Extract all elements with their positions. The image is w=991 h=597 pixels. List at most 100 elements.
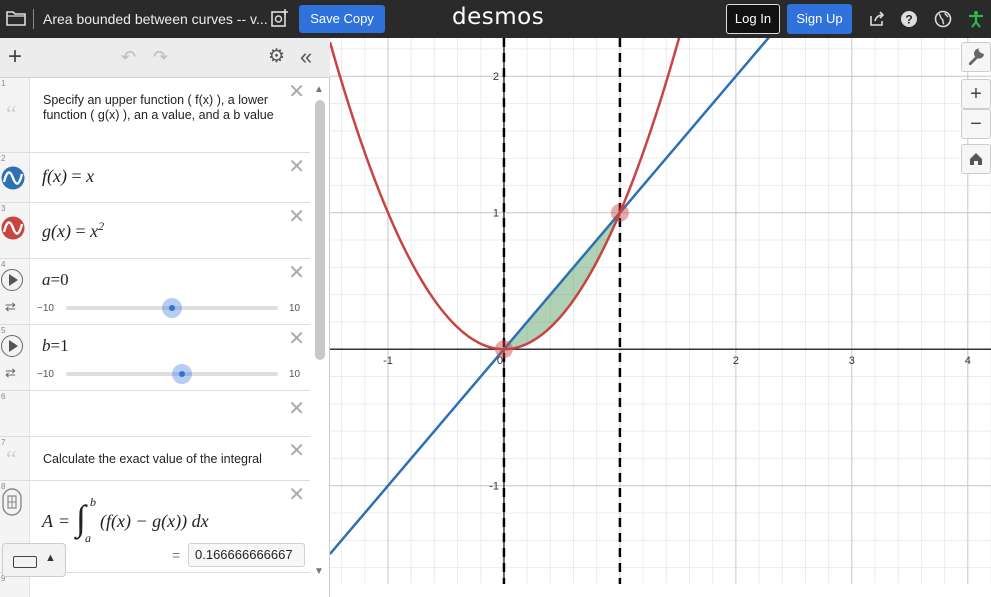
add-item-button[interactable]: + xyxy=(8,44,22,70)
undo-button[interactable]: ↶ xyxy=(121,47,136,68)
slider-max[interactable]: 10 xyxy=(289,369,300,380)
slider-min[interactable]: −10 xyxy=(37,303,54,314)
loop-mode-icon[interactable]: ⇄ xyxy=(5,299,16,315)
x-tick-label: -1 xyxy=(383,355,393,367)
delete-item-button[interactable]: ✕ xyxy=(288,263,305,283)
row-gutter: 7 “ xyxy=(0,437,30,480)
caret-up-icon: ▲ xyxy=(45,552,56,564)
slider-row-a[interactable]: 4 ⇄ a=0 −10 10 ✕ xyxy=(0,259,310,325)
upper-bound: b xyxy=(90,495,96,509)
row-index: 5 xyxy=(1,326,6,335)
curve-color-icon[interactable] xyxy=(1,216,25,240)
function-lhs: g(x) xyxy=(42,221,71,241)
math-input[interactable]: f(x) = x xyxy=(42,166,94,187)
delete-item-button[interactable]: ✕ xyxy=(288,207,305,227)
integral-lhs: A xyxy=(42,511,53,531)
function-lhs: f(x) xyxy=(42,166,67,186)
delete-item-button[interactable]: ✕ xyxy=(288,441,305,461)
math-input[interactable]: g(x) = x2 xyxy=(42,219,105,242)
note-text[interactable]: Calculate the exact value of the integra… xyxy=(43,452,293,467)
row-gutter: 3 xyxy=(0,203,30,258)
scroll-up-arrow[interactable]: ▲ xyxy=(314,84,324,95)
panel-scrollbar[interactable]: ▲ ▼ xyxy=(312,80,328,577)
graph-settings-button[interactable] xyxy=(961,42,991,72)
scrollbar-thumb[interactable] xyxy=(315,100,325,360)
slider-thumb-dot xyxy=(169,305,175,311)
sign-up-button[interactable]: Sign Up xyxy=(787,4,852,34)
curve-color-icon[interactable] xyxy=(1,166,25,190)
play-slider-button[interactable] xyxy=(1,269,23,291)
keyboard-icon xyxy=(13,556,37,568)
y-tick-label: 1 xyxy=(493,208,499,220)
table-icon[interactable] xyxy=(1,487,23,517)
equals-sign: = xyxy=(71,166,82,186)
x-tick-label: 4 xyxy=(965,355,971,367)
zoom-in-button[interactable]: + xyxy=(961,79,991,109)
slider-row-b[interactable]: 5 ⇄ b=1 −10 10 ✕ xyxy=(0,325,310,391)
slider-max[interactable]: 10 xyxy=(289,303,300,314)
play-slider-button[interactable] xyxy=(1,335,23,357)
curve-f[interactable] xyxy=(330,38,991,555)
integral-math[interactable]: A = ∫ b a (f(x) − g(x)) dx xyxy=(42,495,242,545)
globe-icon[interactable] xyxy=(934,10,952,28)
new-doc-icon[interactable] xyxy=(270,8,290,28)
note-text[interactable]: Specify an upper function ( f(x) ), a lo… xyxy=(43,93,283,123)
function-rhs: x xyxy=(86,166,95,186)
variable-value: 1 xyxy=(60,336,69,355)
integrand: (f(x) − g(x)) dx xyxy=(100,511,209,531)
top-bar: Area bounded between curves -- v... Save… xyxy=(0,0,991,38)
share-icon[interactable] xyxy=(868,10,886,28)
empty-expression-row[interactable]: 6 ✕ xyxy=(0,391,310,437)
redo-button[interactable]: ↷ xyxy=(153,47,168,68)
log-in-button[interactable]: Log In xyxy=(726,4,780,34)
accessibility-icon[interactable] xyxy=(967,10,985,28)
equals-sign: = xyxy=(50,270,61,289)
desmos-app: Area bounded between curves -- v... Save… xyxy=(0,0,991,597)
variable-name: b xyxy=(42,336,51,355)
graph-canvas[interactable]: -1 0 2 3 4 2 1 -1 xyxy=(330,38,991,584)
scroll-down-arrow[interactable]: ▼ xyxy=(314,566,324,577)
collapse-panel-button[interactable]: « xyxy=(300,44,312,70)
expression-row-f[interactable]: 2 f(x) = x ✕ xyxy=(0,153,310,203)
slider-min[interactable]: −10 xyxy=(37,369,54,380)
graph-paper[interactable]: -1 0 2 3 4 2 1 -1 xyxy=(330,38,991,584)
y-tick-label: -1 xyxy=(489,481,499,493)
document-title[interactable]: Area bounded between curves -- v... xyxy=(43,11,268,27)
note-row[interactable]: 7 “ Calculate the exact value of the int… xyxy=(0,437,310,481)
tick-labels: -1 0 2 3 4 2 1 -1 xyxy=(383,71,971,493)
row-gutter: 1 “ xyxy=(0,78,30,152)
expression-toolbar: + ↶ ↷ ⚙ « xyxy=(0,38,330,78)
function-rhs: x xyxy=(90,221,99,241)
keyboard-toggle-button[interactable]: ▲ xyxy=(2,543,66,577)
lower-bound: a xyxy=(85,531,91,545)
math-input[interactable]: a=0 xyxy=(42,270,69,290)
variable-name: a xyxy=(42,270,51,289)
equals-sign: = xyxy=(50,336,61,355)
folder-icon[interactable] xyxy=(6,10,26,26)
loop-mode-icon[interactable]: ⇄ xyxy=(5,365,16,381)
delete-item-button[interactable]: ✕ xyxy=(288,485,305,505)
settings-gear-icon[interactable]: ⚙ xyxy=(268,47,285,67)
delete-item-button[interactable]: ✕ xyxy=(288,157,305,177)
row-index: 2 xyxy=(1,154,6,163)
row-index: 6 xyxy=(1,392,6,401)
help-icon[interactable]: ? xyxy=(900,10,918,28)
delete-item-button[interactable]: ✕ xyxy=(288,399,305,419)
evaluation-result: 0.166666666667 xyxy=(188,543,305,567)
x-tick-label: 2 xyxy=(733,355,739,367)
exponent: 2 xyxy=(98,219,105,233)
variable-value: 0 xyxy=(60,270,69,289)
svg-text:?: ? xyxy=(905,13,912,27)
expression-list: 1 “ Specify an upper function ( f(x) ), … xyxy=(0,78,310,597)
equals-sign: = xyxy=(75,221,86,241)
wrench-icon xyxy=(968,48,984,66)
math-input[interactable]: b=1 xyxy=(42,336,69,356)
zoom-out-button[interactable]: − xyxy=(961,109,991,139)
expression-row-g[interactable]: 3 g(x) = x2 ✕ xyxy=(0,203,310,259)
intersection-point-1[interactable] xyxy=(610,203,629,222)
save-copy-button[interactable]: Save Copy xyxy=(299,5,385,33)
delete-item-button[interactable]: ✕ xyxy=(288,329,305,349)
note-row[interactable]: 1 “ Specify an upper function ( f(x) ), … xyxy=(0,78,310,153)
delete-item-button[interactable]: ✕ xyxy=(288,82,305,102)
default-viewport-button[interactable] xyxy=(961,144,991,174)
